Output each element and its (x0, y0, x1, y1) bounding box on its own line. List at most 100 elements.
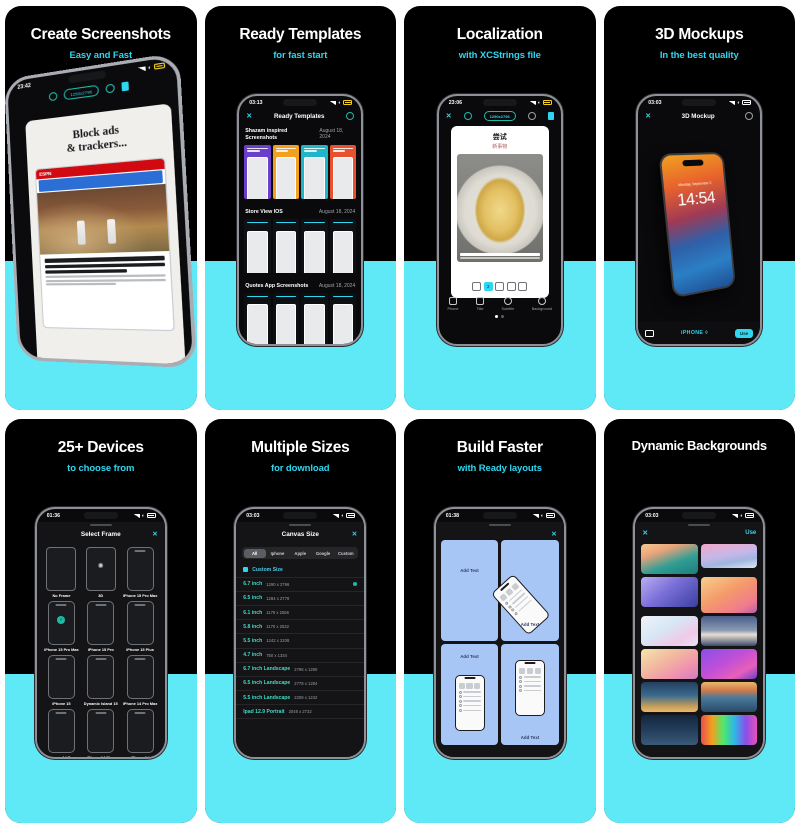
background-tile[interactable] (700, 544, 758, 568)
background-tile[interactable] (700, 616, 758, 646)
panel-ready-templates[interactable]: Ready Templates for fast start 03:13 ◐ ✕… (204, 6, 396, 410)
background-tile[interactable] (641, 577, 698, 607)
background-tile[interactable] (700, 649, 758, 679)
use-button[interactable]: Use (745, 530, 756, 536)
add-text-label[interactable]: Add Text (460, 568, 478, 573)
close-icon[interactable]: ✕ (446, 112, 452, 120)
tab-subtitle[interactable]: Subtitle (502, 297, 514, 311)
template-card[interactable] (272, 218, 300, 273)
frame-option[interactable]: iPhone 14 Pro Max (121, 655, 158, 706)
size-row[interactable]: 6.1 inch 1179 x 2556 (236, 606, 365, 621)
template-row[interactable] (239, 292, 361, 344)
size-row[interactable]: 6.5 inch Landscape 2778 x 1284 (236, 677, 365, 692)
close-icon[interactable]: ✕ (352, 530, 357, 538)
size-row[interactable]: 5.5 inch Landscape 2208 x 1242 (236, 691, 365, 706)
add-text-label[interactable]: Add Text (521, 735, 539, 740)
tab-background[interactable]: Background (532, 297, 552, 311)
template-card[interactable] (301, 218, 328, 273)
template-card[interactable] (272, 144, 300, 199)
template-card[interactable] (272, 292, 300, 344)
panel-multiple-sizes[interactable]: Multiple Sizes for download 03:03 ◐ Canv… (204, 419, 396, 823)
add-text-label[interactable]: Add Text (460, 654, 478, 659)
panel-devices[interactable]: 25+ Devices to choose from 01:36 ◐ Selec… (5, 419, 197, 823)
redo-icon[interactable] (105, 83, 115, 94)
size-row[interactable]: Ipad 12.9 Portrait 2048 x 2732 (236, 705, 365, 720)
panel-localization[interactable]: Localization with XCStrings file 23:06 ◐… (404, 6, 596, 410)
frame-option[interactable]: No Frame (43, 547, 80, 598)
size-row[interactable]: 5.8 inch 1170 x 2532 (236, 620, 365, 635)
panel-build-faster[interactable]: Build Faster with Ready layouts 01:38 ◐ … (404, 419, 596, 823)
frame-option[interactable]: iPhone 15 Plus (121, 601, 158, 652)
tab-title[interactable]: Title (476, 297, 484, 311)
undo-icon[interactable] (48, 91, 58, 102)
segment-apple[interactable]: Apple (289, 549, 311, 558)
frame-option[interactable]: ✺ 3D (82, 547, 119, 598)
mockup-bottom-bar[interactable]: iPHONE ◊ Use (638, 322, 761, 344)
tab-phone[interactable]: Phone (448, 297, 458, 311)
frame-option[interactable]: iPhone 15 (43, 655, 80, 706)
size-row[interactable]: 5.5 inch 1242 x 2208 (236, 634, 365, 649)
close-icon[interactable]: ✕ (642, 529, 648, 537)
size-row[interactable]: 4.7 inch 750 x 1334 (236, 649, 365, 663)
refresh-icon[interactable] (346, 112, 355, 120)
background-grid[interactable] (635, 540, 763, 749)
canvas-size-pill[interactable]: 1290x2796 (63, 84, 100, 101)
background-tile[interactable] (700, 577, 758, 613)
template-card[interactable] (329, 144, 357, 199)
page-selector[interactable]: 1 2 3 4 + (439, 282, 561, 291)
frame-option[interactable]: Dynamic Island 15 (82, 655, 119, 706)
template-card[interactable] (301, 292, 328, 344)
background-tile[interactable] (700, 682, 758, 712)
size-row[interactable]: 6.7 inch 1290 x 2796 (236, 578, 365, 592)
frame-option[interactable]: iPhone 14 Pro (43, 709, 80, 757)
layout-cell[interactable]: Add Text (501, 644, 559, 745)
size-row[interactable]: 6.5 inch 1284 x 2778 (236, 592, 365, 606)
segment-google[interactable]: Google (312, 549, 334, 558)
layout-cell[interactable]: Add Text (440, 540, 499, 641)
layout-cell[interactable]: Add Text (440, 644, 499, 745)
size-row[interactable]: 6.7 inch Landscape 2796 x 1290 (236, 663, 365, 677)
device-label[interactable]: iPHONE ◊ (681, 330, 708, 336)
gallery-icon[interactable] (645, 329, 655, 337)
background-tile[interactable] (641, 682, 698, 712)
add-text-label[interactable]: Add Text (521, 622, 539, 627)
panel-3d-mockups[interactable]: 3D Mockups In the best quality 03:03 ◐ ✕… (603, 6, 795, 410)
export-icon[interactable] (547, 112, 554, 120)
page-controls[interactable]: 1 2 3 4 + Phone Title Subtitle Backgroun… (439, 277, 561, 318)
segmented-control[interactable]: All Iphone Apple Google Custom (242, 547, 359, 560)
template-row[interactable] (239, 218, 361, 278)
redo-icon[interactable] (527, 112, 536, 120)
background-tile[interactable] (641, 715, 698, 745)
page-button[interactable]: 1 (472, 282, 482, 291)
editor-toolbar[interactable]: ✕ 1290x2796 (439, 109, 561, 123)
page-button[interactable]: 3 (495, 282, 505, 291)
frame-option[interactable]: iPhone 14 Plus (82, 709, 119, 757)
template-card[interactable] (244, 218, 271, 273)
close-icon[interactable]: ✕ (246, 112, 252, 120)
frame-option[interactable]: iPhone 15 Pro (82, 601, 119, 652)
close-icon[interactable]: ✕ (645, 112, 651, 120)
layout-grid[interactable]: Add Text Add Text Add Text Add Text (436, 535, 564, 750)
custom-size-row[interactable]: Custom Size (236, 563, 365, 578)
add-page-button[interactable]: + (518, 282, 528, 291)
segment-all[interactable]: All (243, 548, 266, 558)
close-icon[interactable]: ✕ (152, 530, 157, 538)
editor-tabs[interactable]: Phone Title Subtitle Background (439, 297, 561, 311)
background-tile[interactable] (641, 616, 698, 646)
layout-cell[interactable]: Add Text (490, 540, 559, 641)
export-icon[interactable] (121, 81, 129, 92)
frame-option-selected[interactable]: ✓ iPhone 15 Pro Max (43, 601, 80, 652)
frame-option[interactable]: iPhone 14 (121, 709, 158, 757)
template-row[interactable] (239, 144, 361, 204)
template-card[interactable] (244, 292, 271, 344)
page-button[interactable]: 4 (506, 282, 516, 291)
undo-icon[interactable] (463, 112, 472, 120)
background-tile[interactable] (641, 649, 698, 679)
panel-dynamic-backgrounds[interactable]: Dynamic Backgrounds 03:03 ◐ ✕ Use (603, 419, 795, 823)
page-button-active[interactable]: 2 (483, 282, 493, 291)
template-card[interactable] (244, 144, 271, 199)
mockup-device[interactable]: Monday, September 2 14:54 (658, 151, 737, 299)
close-icon[interactable]: ✕ (551, 530, 556, 538)
background-tile[interactable] (700, 715, 758, 745)
use-button[interactable]: Use (734, 328, 754, 338)
